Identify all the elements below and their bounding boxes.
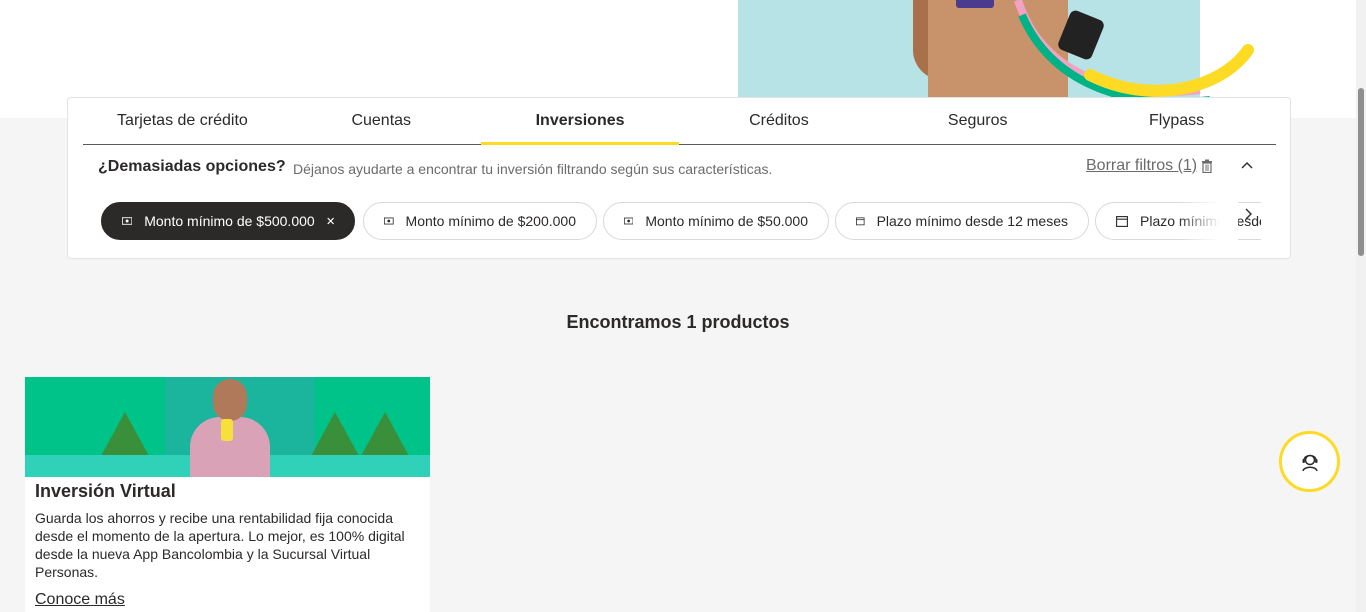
filter-help-row: ¿Demasiadas opciones? Déjanos ayudarte a… (98, 156, 1258, 180)
filter-chip-label: Monto mínimo de $50.000 (645, 213, 808, 229)
hero-decorative-curves (1014, 0, 1254, 106)
chevron-up-icon[interactable] (1238, 156, 1256, 174)
results-count-title: Encontramos 1 productos (566, 312, 790, 332)
cash-icon (122, 217, 133, 225)
product-filter-panel: Tarjetas de crédito Cuentas Inversiones … (67, 97, 1291, 259)
product-category-tabs: Tarjetas de crédito Cuentas Inversiones … (83, 98, 1276, 145)
chat-support-button[interactable] (1279, 431, 1340, 492)
product-card[interactable]: Inversión Virtual Guarda los ahorros y r… (25, 377, 430, 612)
product-description: Guarda los ahorros y recibe una rentabil… (35, 510, 405, 580)
calendar-icon (856, 217, 865, 226)
chips-fade-overlay (1178, 198, 1238, 246)
support-agent-icon (1301, 454, 1318, 471)
filter-help-title: ¿Demasiadas opciones? (98, 158, 286, 175)
learn-more-link[interactable]: Conoce más (35, 591, 125, 609)
tab-creditos[interactable]: Créditos (679, 98, 878, 144)
chevron-right-icon[interactable] (1240, 206, 1256, 222)
tab-flypass[interactable]: Flypass (1077, 98, 1276, 144)
product-image-person-head (213, 379, 247, 421)
filter-chip-label: Monto mínimo de $200.000 (405, 213, 576, 229)
filter-chip-monto-200000[interactable]: Monto mínimo de $200.000 (363, 202, 597, 240)
trash-icon (1202, 159, 1213, 173)
filter-chip-label: Plazo mínimo desde 12 meses (876, 213, 1068, 229)
clear-filters-label[interactable]: Borrar filtros (1) (1086, 157, 1197, 175)
filter-chip-plazo-12-meses[interactable]: Plazo mínimo desde 12 meses (835, 202, 1089, 240)
filter-help-text: Déjanos ayudarte a encontrar tu inversió… (293, 161, 773, 177)
cash-icon (624, 217, 634, 225)
cash-icon (384, 217, 394, 225)
filter-chip-monto-500000[interactable]: Monto mínimo de $500.000 (101, 202, 355, 240)
filter-chip-label: Monto mínimo de $500.000 (144, 213, 315, 229)
tab-inversiones[interactable]: Inversiones (480, 98, 680, 145)
tab-seguros[interactable]: Seguros (878, 98, 1077, 144)
tab-cuentas[interactable]: Cuentas (282, 98, 481, 144)
filter-chips: Monto mínimo de $500.000 Monto mínimo de… (101, 202, 1261, 242)
product-image-phone (221, 419, 233, 441)
product-image (25, 377, 430, 477)
product-name: Inversión Virtual (35, 481, 176, 501)
hero-card-graphic (956, 0, 994, 8)
scrollbar-thumb[interactable] (1358, 88, 1364, 256)
tab-tarjetas-de-credito[interactable]: Tarjetas de crédito (83, 98, 282, 144)
filter-chip-monto-50000[interactable]: Monto mínimo de $50.000 (603, 202, 829, 240)
page-scrollbar[interactable] (1356, 0, 1366, 612)
clear-filters-link[interactable]: Borrar filtros (1) (1086, 157, 1213, 175)
close-icon[interactable] (327, 216, 334, 226)
calendar-icon (1116, 216, 1128, 227)
